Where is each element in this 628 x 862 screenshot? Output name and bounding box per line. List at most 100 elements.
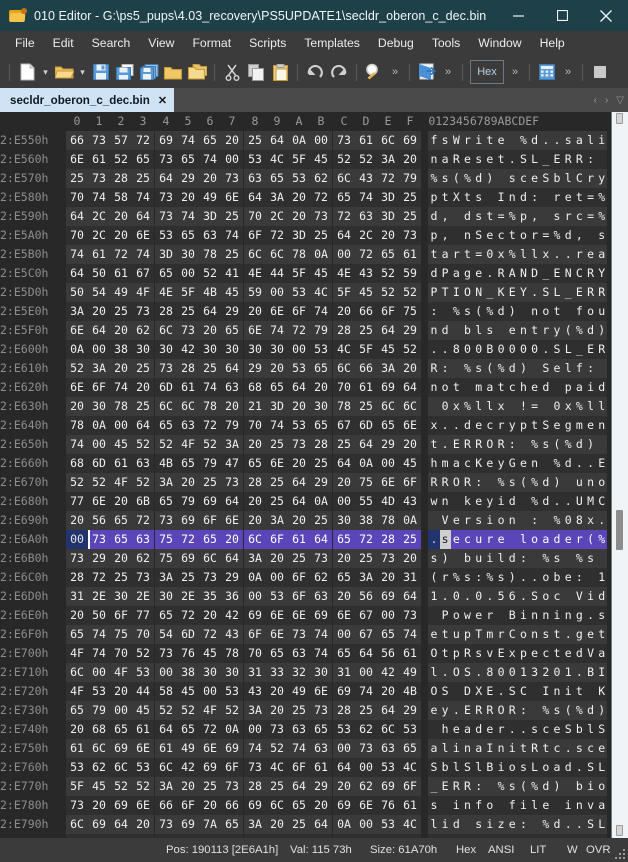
ascii-char[interactable]: %	[551, 511, 562, 530]
ascii-char[interactable]: o	[484, 796, 495, 815]
hex-byte[interactable]: 64	[333, 758, 355, 777]
ascii-char[interactable]: .	[551, 245, 562, 264]
ascii-char[interactable]: .	[484, 264, 495, 283]
hex-byte[interactable]: 20	[399, 435, 421, 454]
row-ascii[interactable]: OS DXE.SC Init K	[428, 682, 611, 701]
hex-byte[interactable]: 64	[221, 492, 243, 511]
row-ascii[interactable]: .. 8 0 0 B 0 0 0 0. S L _ E R	[428, 340, 611, 359]
hex-byte[interactable]: 20	[110, 682, 132, 701]
hex-byte[interactable]: 69	[244, 796, 266, 815]
ascii-char[interactable]: d	[596, 587, 607, 606]
ascii-char[interactable]: 0	[473, 587, 484, 606]
hex-byte[interactable]: 72	[199, 625, 221, 644]
row-bytes[interactable]: 64 50 61 67 65 00 52 41 4E 44 5F 45 4E 43 52 59	[66, 264, 428, 283]
hex-row[interactable]: 2:E550h 66 73 57 72 69 74 65 20 25 64 0A 00 73 61 6C…	[0, 131, 611, 150]
ascii-char[interactable]: R	[585, 264, 596, 283]
ascii-char[interactable]: t	[440, 625, 451, 644]
ascii-char[interactable]: a	[596, 644, 607, 663]
ascii-char[interactable]: (	[518, 473, 529, 492]
hex-byte[interactable]: 65	[199, 530, 221, 549]
ascii-char[interactable]: Y	[596, 264, 607, 283]
ascii-char[interactable]: S	[585, 815, 596, 834]
hex-byte[interactable]: 45	[310, 264, 332, 283]
ascii-char[interactable]: u	[596, 302, 607, 321]
hex-byte[interactable]: 6F	[288, 568, 310, 587]
ascii-char[interactable]: n	[428, 321, 439, 340]
hex-byte[interactable]: 73	[266, 720, 288, 739]
hex-byte[interactable]: 6F	[177, 796, 199, 815]
hex-byte[interactable]: 20	[199, 606, 221, 625]
hex-byte[interactable]: 53	[66, 758, 88, 777]
row-ascii[interactable]: x..decryptSegmen	[428, 416, 611, 435]
hex-byte[interactable]: 25	[177, 568, 199, 587]
hex-byte[interactable]: 73	[155, 150, 177, 169]
ascii-char[interactable]: .	[473, 663, 484, 682]
hex-row[interactable]: 2:E5D0h 50 54 49 4F 4E 5F 4B 45 59 00 53 4C 5F 45 52…	[0, 283, 611, 302]
hex-byte[interactable]: 70	[244, 207, 266, 226]
hex-byte[interactable]: 78	[110, 397, 132, 416]
hex-byte[interactable]: 2E	[88, 587, 110, 606]
hex-byte[interactable]: 25	[399, 530, 421, 549]
hex-byte[interactable]: 75	[355, 473, 377, 492]
hex-byte[interactable]: 33	[266, 663, 288, 682]
row-bytes[interactable]: 77 6E 20 6B 65 79 69 64 20 25 64 0A 00 55 4D 43	[66, 492, 428, 511]
ascii-char[interactable]: x	[451, 397, 462, 416]
row-bytes[interactable]: 70 74 58 74 73 20 49 6E 64 3A 20 72 65 74 3D 25	[66, 188, 428, 207]
ascii-char[interactable]: e	[551, 416, 562, 435]
ascii-char[interactable]: s	[507, 777, 518, 796]
hex-byte[interactable]: 61	[399, 245, 421, 264]
row-bytes[interactable]: 28 72 25 73 3A 25 73 29 0A 00 6F 62 65 3A 20 31	[66, 568, 428, 587]
ascii-char[interactable]: 8	[451, 340, 462, 359]
hex-byte[interactable]: 74	[88, 188, 110, 207]
ascii-char[interactable]: l	[585, 131, 596, 150]
row-bytes[interactable]: 6C 00 4F 53 00 38 30 30 31 33 32 30 31 00 42 49	[66, 663, 428, 682]
ascii-char[interactable]: v	[484, 644, 495, 663]
ascii-char[interactable]	[540, 207, 551, 226]
hex-byte[interactable]: 45	[88, 777, 110, 796]
row-bytes[interactable]: 5F 45 52 52 3A 20 25 73 28 25 64 29 20 62 69 6F	[66, 777, 428, 796]
ascii-char[interactable]: %	[529, 492, 540, 511]
hex-byte[interactable]: 00	[310, 131, 332, 150]
hex-byte[interactable]: 25	[355, 701, 377, 720]
hex-byte[interactable]: 29	[221, 302, 243, 321]
ascii-char[interactable]: s	[596, 606, 607, 625]
hex-byte[interactable]: 79	[399, 169, 421, 188]
hex-byte[interactable]: 64	[355, 435, 377, 454]
hex-byte[interactable]: 65	[66, 701, 88, 720]
ascii-char[interactable]: e	[518, 454, 529, 473]
hex-byte[interactable]: 45	[310, 150, 332, 169]
ascii-char[interactable]	[551, 796, 562, 815]
ascii-char[interactable]: p	[563, 378, 574, 397]
hex-byte[interactable]: 20	[333, 587, 355, 606]
ascii-char[interactable]: s	[540, 435, 551, 454]
hex-byte[interactable]: 4F	[132, 283, 154, 302]
hex-byte[interactable]: 72	[177, 606, 199, 625]
ascii-char[interactable]: :	[585, 150, 596, 169]
hex-byte[interactable]: 20	[244, 492, 266, 511]
ascii-char[interactable]: .	[495, 682, 506, 701]
hex-byte[interactable]: 74	[288, 739, 310, 758]
run-template-icon[interactable]	[415, 59, 439, 85]
hex-byte[interactable]: 63	[244, 169, 266, 188]
hex-byte[interactable]: 30	[221, 340, 243, 359]
ascii-char[interactable]: N	[473, 283, 484, 302]
ascii-char[interactable]: o	[596, 777, 607, 796]
ascii-char[interactable]: )	[518, 359, 529, 378]
hex-byte[interactable]: 73	[221, 473, 243, 492]
stop-icon[interactable]	[588, 59, 612, 85]
hex-byte[interactable]: 67	[132, 264, 154, 283]
ascii-char[interactable]: e	[473, 606, 484, 625]
ascii-char[interactable]: d	[596, 378, 607, 397]
hex-byte[interactable]: 74	[88, 625, 110, 644]
ascii-char[interactable]: S	[440, 682, 451, 701]
ascii-char[interactable]	[518, 435, 529, 454]
hex-byte[interactable]: 4E	[333, 264, 355, 283]
ascii-char[interactable]: X	[473, 682, 484, 701]
ascii-char[interactable]: n	[585, 473, 596, 492]
hex-byte[interactable]: 75	[155, 530, 177, 549]
hex-byte[interactable]: 70	[110, 644, 132, 663]
row-ascii[interactable]: hmacKeyGen % d.. E	[428, 454, 611, 473]
hex-byte[interactable]: 00	[355, 815, 377, 834]
ascii-char[interactable]: d	[563, 454, 574, 473]
ascii-char[interactable]: %	[540, 815, 551, 834]
